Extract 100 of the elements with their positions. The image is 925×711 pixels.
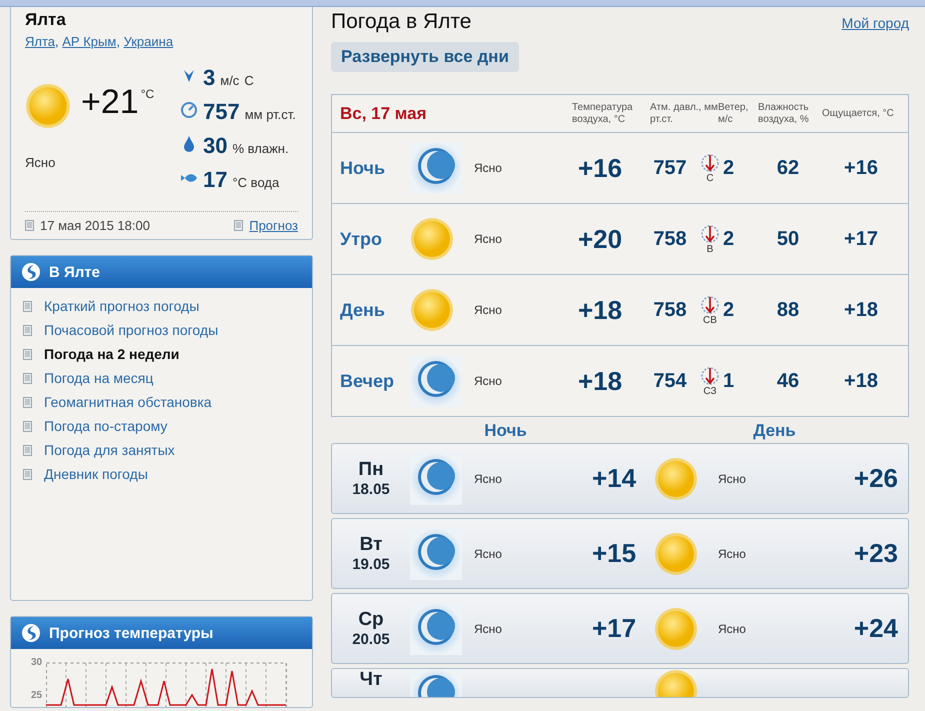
gauge-icon xyxy=(180,101,198,119)
humidity-value: 62 xyxy=(776,156,800,180)
separator: , xyxy=(116,34,121,49)
document-icon xyxy=(23,420,32,432)
wind-speed: 2 xyxy=(723,228,734,250)
night-temperature: +14 xyxy=(590,463,638,494)
condition-text: Ясно xyxy=(474,374,503,388)
night-temperature: +15 xyxy=(590,538,638,569)
moon-icon xyxy=(410,355,462,407)
wind-compass-icon xyxy=(700,152,720,172)
menu-link[interactable]: Дневник погоды xyxy=(23,466,300,482)
condition-text: Ясно xyxy=(474,546,503,560)
expand-all-days-button[interactable]: Развернуть все дни xyxy=(331,42,519,72)
moon-icon xyxy=(410,602,462,654)
separator: , xyxy=(55,34,60,49)
pressure-value: 758 xyxy=(652,298,688,322)
sun-icon xyxy=(410,217,454,261)
pressure-value: 758 xyxy=(652,228,688,250)
humidity-value: 88 xyxy=(776,298,800,322)
feels-like-value: +18 xyxy=(843,370,879,392)
document-icon xyxy=(23,396,32,408)
my-city-link[interactable]: Мой город xyxy=(842,15,909,31)
stat-unit: % влажн. xyxy=(232,141,289,156)
feels-like-value: +16 xyxy=(843,156,879,180)
panel-title: Прогноз температуры xyxy=(49,624,214,642)
wind-direction: СВ xyxy=(703,314,717,326)
menu-link[interactable]: Погода на 2 недели xyxy=(23,346,300,362)
date-heading: Вс, 17 мая xyxy=(340,104,428,124)
condition-text: Ясно xyxy=(474,161,503,175)
condition-text: Ясно xyxy=(474,472,503,486)
condition-text: Ясно xyxy=(474,303,503,317)
sun-icon xyxy=(410,288,454,332)
current-temperature: +21 xyxy=(81,83,139,122)
document-icon xyxy=(234,220,244,231)
breadcrumb-link[interactable]: Украина xyxy=(124,34,174,49)
day-temperature: +26 xyxy=(852,463,899,494)
menu-link[interactable]: Почасовой прогноз погоды xyxy=(23,322,300,338)
swirl-logo-icon xyxy=(21,262,41,282)
temperature-value: +16 xyxy=(576,152,624,184)
column-header: Влажность воздуха, % xyxy=(758,102,810,126)
day-temperature: +24 xyxy=(852,613,899,644)
stat-value: 30 xyxy=(203,133,228,159)
condition-text: Ясно xyxy=(718,622,747,636)
forecast-link[interactable]: Прогноз xyxy=(249,218,298,233)
date: 19.05 xyxy=(352,556,390,573)
condition-text: Ясно xyxy=(474,622,503,636)
wind-speed: 1 xyxy=(723,370,734,392)
weekday: Пн xyxy=(358,459,384,481)
pressure-value: 754 xyxy=(652,370,688,392)
column-header: Ощущается, °С xyxy=(822,108,895,120)
day-part-label: Ночь xyxy=(340,158,386,178)
humidity-value: 50 xyxy=(776,228,800,250)
breadcrumb-link[interactable]: Ялта xyxy=(25,34,56,49)
temperature-value: +20 xyxy=(576,224,624,254)
update-time: 17 мая 2015 18:00 xyxy=(40,218,150,233)
breadcrumb-link[interactable]: АР Крым xyxy=(62,34,116,49)
wind-speed: 2 xyxy=(723,298,734,322)
axis-tick-label: 30 xyxy=(31,657,42,668)
condition-text: Ясно xyxy=(718,472,747,486)
wind-direction: СЗ xyxy=(703,386,717,396)
moon-icon xyxy=(410,452,462,504)
day-part-label: Вечер xyxy=(340,370,396,392)
humidity-value: 46 xyxy=(776,370,800,392)
menu-link[interactable]: Погода для занятых xyxy=(23,442,300,458)
sun-icon xyxy=(654,456,698,500)
menu-link[interactable]: Погода на месяц xyxy=(23,370,300,386)
weekday: Вт xyxy=(360,534,382,556)
stat-unit: м/с xyxy=(220,73,240,88)
date: 20.05 xyxy=(352,631,390,648)
day-temperature: +23 xyxy=(852,538,899,569)
city-name: Ялта xyxy=(25,10,67,30)
sun-icon xyxy=(654,532,698,576)
document-icon xyxy=(23,348,32,360)
wind-compass-icon xyxy=(700,294,720,314)
column-header: Температура воздуха, °С xyxy=(572,102,634,126)
menu-link[interactable]: Краткий прогноз погоды xyxy=(23,298,300,314)
day-part-label: Утро xyxy=(340,228,384,250)
document-icon xyxy=(23,444,32,456)
night-temperature: +17 xyxy=(590,613,638,644)
menu-link[interactable]: Погода по-старому xyxy=(23,418,300,434)
column-header: Атм. давл., мм рт.ст. xyxy=(650,102,718,126)
menu-link[interactable]: Геомагнитная обстановка xyxy=(23,394,300,410)
wind-compass-icon xyxy=(700,366,720,386)
document-icon xyxy=(25,220,34,231)
wind-speed: 2 xyxy=(723,156,734,180)
feels-like-value: +18 xyxy=(843,298,879,322)
moon-icon xyxy=(410,528,462,580)
stat-value: 17 xyxy=(203,167,228,193)
sun-icon xyxy=(25,83,71,129)
document-icon xyxy=(23,468,32,480)
stat-value: 3 xyxy=(203,65,216,91)
weekday: Чт xyxy=(360,669,382,691)
document-icon xyxy=(23,300,32,312)
swirl-logo-icon xyxy=(21,623,41,643)
temperature-unit: °C xyxy=(140,87,154,101)
condition-text: Ясно xyxy=(25,155,56,170)
weekday: Ср xyxy=(358,609,384,631)
panel-title: В Ялте xyxy=(49,264,100,280)
stat-unit: °С вода xyxy=(232,175,280,190)
document-icon xyxy=(23,324,32,336)
